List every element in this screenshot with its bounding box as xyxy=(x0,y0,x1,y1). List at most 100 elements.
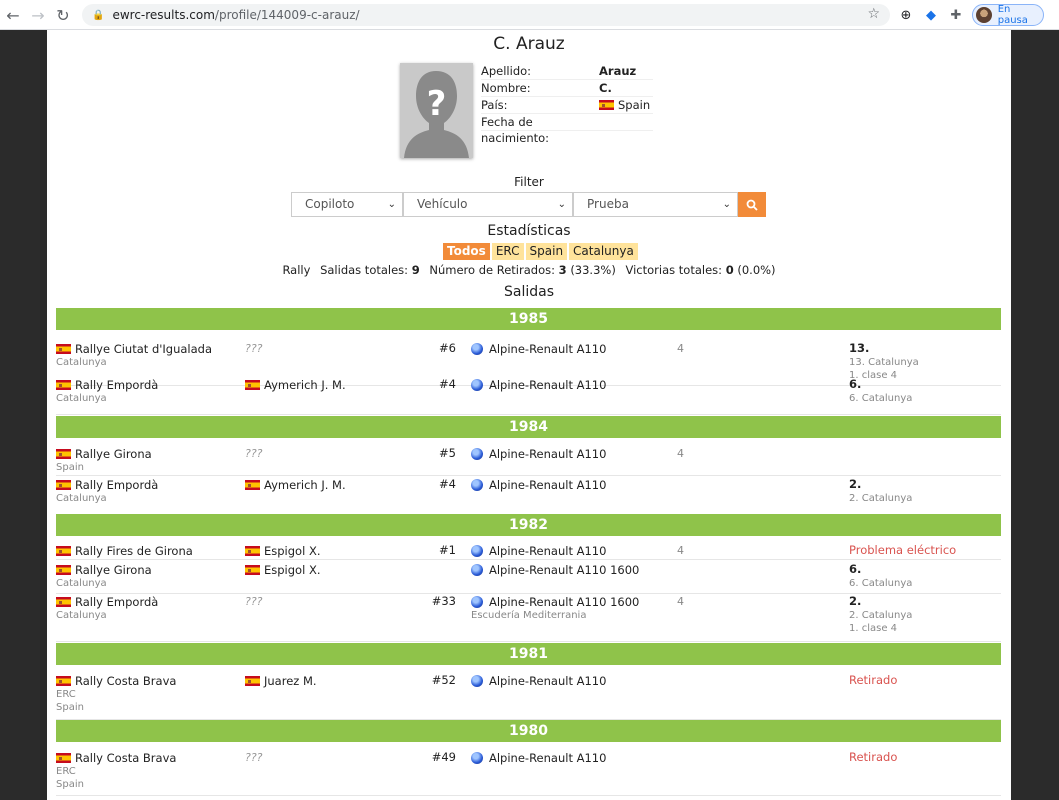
tab-erc[interactable]: ERC xyxy=(491,243,524,260)
info-value: C. xyxy=(599,81,612,95)
codriver-link[interactable]: Aymerich J. M. xyxy=(245,477,346,492)
event-link[interactable]: Rally Empordà xyxy=(56,377,158,392)
start-number: #1 xyxy=(439,543,456,557)
reload-icon[interactable]: ↻ xyxy=(50,2,76,28)
alpine-logo-icon xyxy=(471,674,483,687)
spain-flag-icon xyxy=(56,596,71,607)
info-value: Arauz xyxy=(599,64,637,78)
extensions-puzzle-icon[interactable]: ✚ xyxy=(946,5,966,25)
result-value[interactable]: 2. xyxy=(849,477,912,492)
event-link[interactable]: Rally Costa Brava xyxy=(56,673,176,688)
event-link[interactable]: Rallye Ciutat d'Igualada xyxy=(56,341,212,356)
forward-icon[interactable]: → xyxy=(25,2,51,28)
car-link[interactable]: Alpine-Renault A110 xyxy=(471,673,606,688)
profile-button[interactable]: En pausa xyxy=(972,4,1044,26)
car-name: Alpine-Renault A110 xyxy=(489,377,607,392)
codriver-link[interactable]: Espigol X. xyxy=(245,562,320,577)
alpine-logo-icon xyxy=(471,342,483,355)
tab-spain[interactable]: Spain xyxy=(525,243,568,260)
class-label: 4 xyxy=(677,544,684,557)
result-detail: 6. Catalunya xyxy=(849,393,913,404)
car-link[interactable]: Alpine-Renault A110 1600 xyxy=(471,594,639,609)
start-number: #33 xyxy=(431,594,456,608)
codriver-unknown: ??? xyxy=(245,751,263,764)
event-region: ERC xyxy=(56,766,76,777)
result-cell: 6. 6. Catalunya xyxy=(849,562,912,590)
alpine-logo-icon xyxy=(471,378,483,391)
car-cell: Alpine-Renault A110 xyxy=(471,750,606,765)
codriver-link[interactable]: Aymerich J. M. xyxy=(245,377,346,392)
start-number: #49 xyxy=(431,750,456,764)
event-region: Spain xyxy=(56,462,84,473)
car-link[interactable]: Alpine-Renault A110 xyxy=(471,750,606,765)
search-button[interactable] xyxy=(738,192,766,217)
event-cell: Rally Costa Brava ERC Spain xyxy=(56,673,176,714)
result-row: Rally Empordà Catalunya Aymerich J. M. #4 Al… xyxy=(56,477,1001,515)
car-cell: Alpine-Renault A110 xyxy=(471,446,606,461)
event-region: Spain xyxy=(56,779,84,790)
start-number: #4 xyxy=(439,477,456,491)
car-name: Alpine-Renault A110 xyxy=(489,673,607,688)
codriver-select[interactable]: Copiloto ⌄ xyxy=(291,192,403,217)
info-label: País: xyxy=(481,98,508,112)
back-icon[interactable]: ← xyxy=(0,2,26,28)
car-link[interactable]: Alpine-Renault A110 1600 xyxy=(471,562,639,577)
codriver-link[interactable]: Juarez M. xyxy=(245,673,317,688)
event-select[interactable]: Prueba ⌄ xyxy=(573,192,738,217)
event-link[interactable]: Rallye Girona xyxy=(56,562,152,577)
spain-flag-icon xyxy=(56,545,71,556)
event-link[interactable]: Rally Empordà xyxy=(56,477,158,492)
search-icon xyxy=(746,199,758,211)
event-link[interactable]: Rally Costa Brava xyxy=(56,750,176,765)
result-value[interactable]: 2. xyxy=(849,594,912,609)
info-row-nombre: Nombre: C. xyxy=(481,80,653,97)
address-bar[interactable]: 🔒 ewrc-results.com/profile/144009-c-arau… xyxy=(82,4,890,26)
car-name: Alpine-Renault A110 xyxy=(489,477,607,492)
info-value-country[interactable]: Spain xyxy=(599,97,650,113)
result-cell: Retirado xyxy=(849,750,897,765)
start-number: #52 xyxy=(431,673,456,687)
result-value[interactable]: Retirado xyxy=(849,673,897,688)
vehicle-select-value: Vehículo xyxy=(417,197,468,211)
spain-flag-icon xyxy=(56,379,71,390)
car-link[interactable]: Alpine-Renault A110 xyxy=(471,477,606,492)
result-value[interactable]: 6. xyxy=(849,562,912,577)
year-header: 1982 xyxy=(56,514,1001,536)
result-value[interactable]: 6. xyxy=(849,377,912,392)
car-link[interactable]: Alpine-Renault A110 xyxy=(471,446,606,461)
bookmark-star-icon[interactable]: ☆ xyxy=(867,6,880,22)
event-link[interactable]: Rallye Girona xyxy=(56,446,152,461)
result-cell: 2. 2. Catalunya 1. clase 4 xyxy=(849,594,912,635)
codriver-unknown: ??? xyxy=(245,595,263,608)
event-region: Spain xyxy=(56,702,84,713)
event-link[interactable]: Rally Empordà xyxy=(56,594,158,609)
spain-flag-icon xyxy=(56,564,71,575)
vehicle-select[interactable]: Vehículo ⌄ xyxy=(403,192,573,217)
info-label: Nombre: xyxy=(481,81,531,95)
result-value[interactable]: Retirado xyxy=(849,750,897,765)
event-link[interactable]: Rally Fires de Girona xyxy=(56,543,193,558)
tab-todos[interactable]: Todos xyxy=(443,243,490,260)
result-value[interactable]: Problema eléctrico xyxy=(849,543,956,558)
spain-flag-icon xyxy=(245,564,260,575)
tab-catalunya[interactable]: Catalunya xyxy=(569,243,638,260)
car-cell: Alpine-Renault A110 xyxy=(471,377,606,392)
event-name: Rally Empordà xyxy=(75,377,159,392)
event-select-value: Prueba xyxy=(587,197,629,211)
car-link[interactable]: Alpine-Renault A110 xyxy=(471,377,606,392)
event-name: Rally Empordà xyxy=(75,477,159,492)
result-value[interactable]: 13. xyxy=(849,341,919,356)
event-cell: Rallye Girona Catalunya xyxy=(56,562,152,590)
info-row-apellido: Apellido: Arauz xyxy=(481,63,653,80)
car-link[interactable]: Alpine-Renault A110 xyxy=(471,341,606,356)
car-cell: Alpine-Renault A110 1600 Escudería Medite… xyxy=(471,594,639,622)
car-name: Alpine-Renault A110 xyxy=(489,446,607,461)
codriver-link[interactable]: Espigol X. xyxy=(245,543,320,558)
result-row: Rallye Girona Spain??? #5 Alpine-Renault A1… xyxy=(56,446,1001,476)
zoom-icon[interactable]: ⊕ xyxy=(896,5,916,25)
graduation-cap-icon[interactable]: ◆ xyxy=(921,5,941,25)
profile-status: En pausa xyxy=(997,4,1028,26)
url-host: ewrc-results.com xyxy=(112,8,215,22)
event-name: Rally Costa Brava xyxy=(75,673,177,688)
car-link[interactable]: Alpine-Renault A110 xyxy=(471,543,606,558)
